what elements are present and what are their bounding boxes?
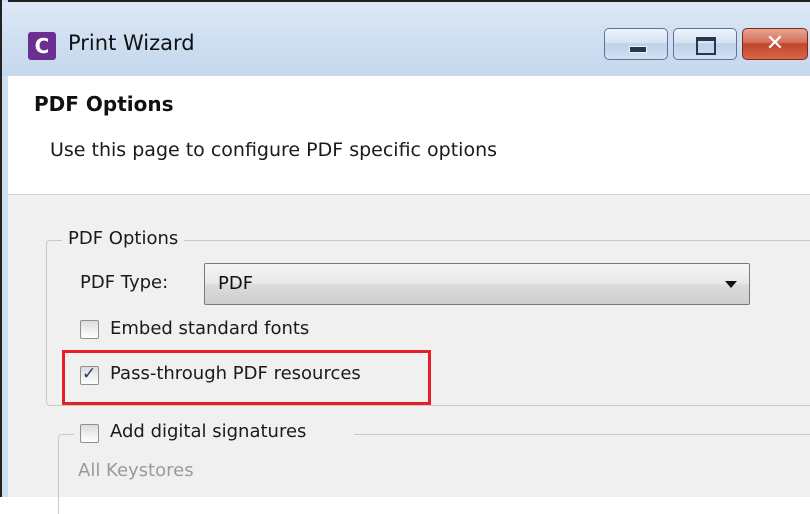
keystores-label: All Keystores <box>78 460 194 481</box>
page-title: PDF Options <box>34 92 174 116</box>
maximize-button[interactable] <box>673 28 737 60</box>
title-bar[interactable]: C Print Wizard ✕ <box>2 2 810 76</box>
pdf-type-label: PDF Type: <box>80 272 169 293</box>
add-signatures-checkbox[interactable] <box>80 424 99 443</box>
close-button[interactable]: ✕ <box>742 28 808 60</box>
pdf-type-selected-value: PDF <box>218 273 254 294</box>
pdf-options-group-label: PDF Options <box>62 228 185 249</box>
chevron-down-icon <box>725 281 737 288</box>
minimize-icon <box>629 46 647 53</box>
checkmark-icon: ✓ <box>82 364 97 384</box>
pdf-type-dropdown[interactable]: PDF <box>204 263 750 305</box>
page-description: Use this page to configure PDF specific … <box>50 139 498 161</box>
close-icon: ✕ <box>765 31 785 56</box>
maximize-icon <box>696 37 716 55</box>
pass-through-checkbox[interactable]: ✓ <box>80 364 99 385</box>
embed-fonts-label[interactable]: Embed standard fonts <box>110 318 309 339</box>
pass-through-label[interactable]: Pass-through PDF resources <box>110 363 361 384</box>
add-signatures-label[interactable]: Add digital signatures <box>110 421 306 442</box>
window-title: Print Wizard <box>68 31 195 55</box>
minimize-button[interactable] <box>604 28 668 60</box>
wizard-header: PDF Options Use this page to configure P… <box>8 76 810 195</box>
embed-fonts-checkbox[interactable] <box>80 320 99 339</box>
app-icon[interactable]: C <box>28 32 56 60</box>
